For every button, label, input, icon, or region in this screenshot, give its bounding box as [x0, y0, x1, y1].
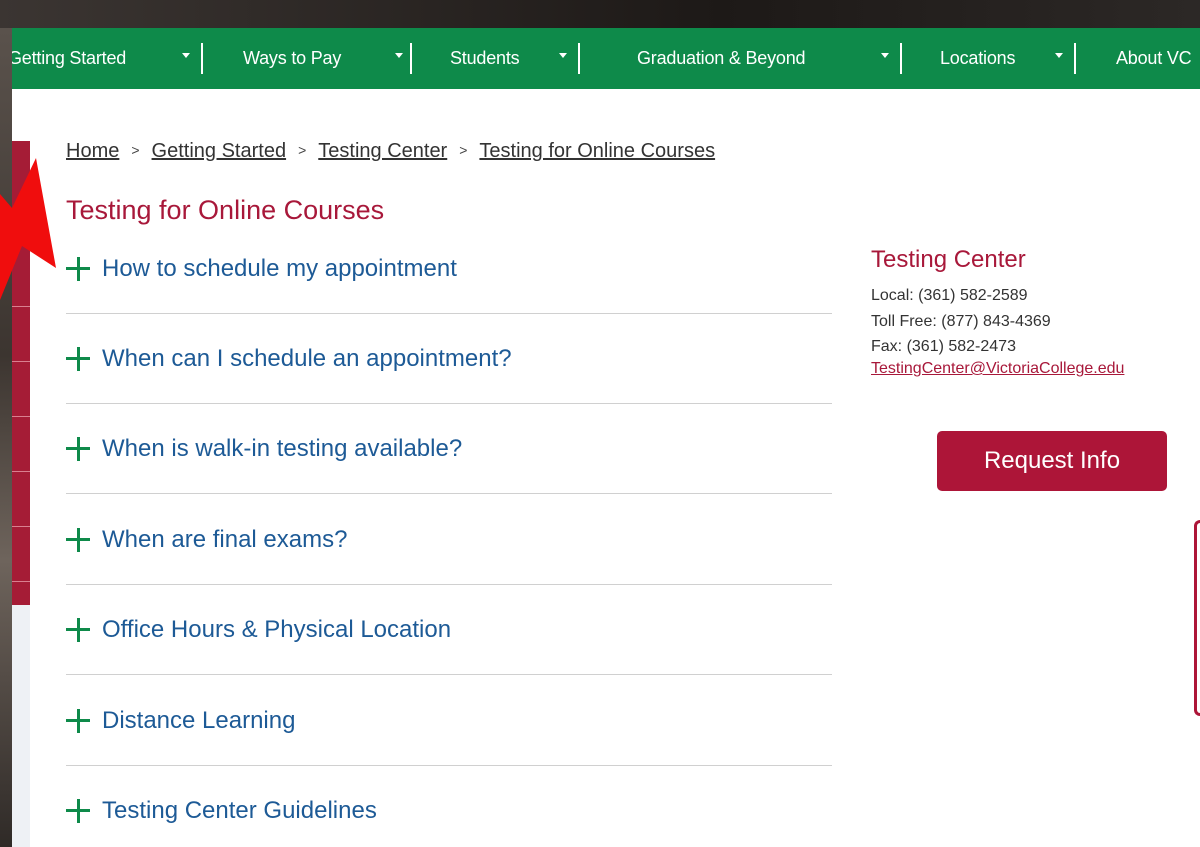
- plus-icon[interactable]: [66, 347, 90, 371]
- breadcrumb-separator: >: [459, 142, 468, 158]
- accordion-item[interactable]: When can I schedule an appointment?: [66, 334, 832, 424]
- accordion-item[interactable]: Distance Learning: [66, 696, 832, 786]
- contact-email-link[interactable]: TestingCenter@VictoriaCollege.edu: [871, 360, 1124, 378]
- nav-divider: [578, 43, 580, 74]
- accordion-item[interactable]: How to schedule my appointment: [66, 244, 832, 334]
- backdrop: [0, 0, 1200, 28]
- accordion-item[interactable]: When is walk-in testing available?: [66, 424, 832, 514]
- plus-icon[interactable]: [66, 257, 90, 281]
- contact-fax: Fax: (361) 582-2473: [871, 338, 1016, 355]
- contact-phone-toll-free: Toll Free: (877) 843-4369: [871, 313, 1051, 330]
- nav-divider: [1074, 43, 1076, 74]
- accordion-item[interactable]: When are final exams?: [66, 515, 832, 605]
- chevron-down-icon[interactable]: [881, 53, 889, 58]
- divider: [66, 674, 832, 675]
- nav-item-students[interactable]: Students: [450, 28, 520, 89]
- contact-phone-local: Local: (361) 582-2589: [871, 287, 1028, 304]
- accordion-label[interactable]: When is walk-in testing available?: [102, 435, 462, 463]
- main-nav: Getting Started Ways to Pay Students Gra…: [12, 28, 1200, 89]
- plus-icon[interactable]: [66, 799, 90, 823]
- breadcrumb-testing-online[interactable]: Testing for Online Courses: [479, 140, 715, 162]
- contact-title: Testing Center: [871, 246, 1026, 273]
- chevron-down-icon[interactable]: [559, 53, 567, 58]
- nav-divider: [900, 43, 902, 74]
- sidebar-divider: [12, 526, 30, 527]
- sidebar-divider: [12, 416, 30, 417]
- sidebar-divider: [12, 361, 30, 362]
- nav-item-getting-started[interactable]: Getting Started: [12, 28, 126, 89]
- nav-divider: [201, 43, 203, 74]
- nav-item-ways-to-pay[interactable]: Ways to Pay: [243, 28, 341, 89]
- nav-item-graduation[interactable]: Graduation & Beyond: [637, 28, 806, 89]
- plus-icon[interactable]: [66, 528, 90, 552]
- chevron-down-icon[interactable]: [395, 53, 403, 58]
- divider: [66, 313, 832, 314]
- sidebar-divider: [12, 471, 30, 472]
- sidebar-background: [12, 605, 30, 847]
- divider: [66, 403, 832, 404]
- breadcrumb: Home > Getting Started > Testing Center > Test…: [66, 140, 715, 163]
- accordion-label[interactable]: When can I schedule an appointment?: [102, 345, 512, 373]
- breadcrumb-testing-center[interactable]: Testing Center: [318, 140, 447, 162]
- accordion-label[interactable]: When are final exams?: [102, 526, 347, 554]
- divider: [66, 765, 832, 766]
- breadcrumb-getting-started[interactable]: Getting Started: [152, 140, 287, 162]
- sidebar-divider: [12, 581, 30, 582]
- nav-divider: [410, 43, 412, 74]
- plus-icon[interactable]: [66, 709, 90, 733]
- nav-item-locations[interactable]: Locations: [940, 28, 1015, 89]
- page-title: Testing for Online Courses: [66, 195, 385, 225]
- nav-item-about-vc[interactable]: About VC: [1116, 28, 1192, 89]
- breadcrumb-home[interactable]: Home: [66, 140, 119, 162]
- accordion-label[interactable]: How to schedule my appointment: [102, 255, 457, 283]
- accordion-label[interactable]: Distance Learning: [102, 707, 295, 735]
- plus-icon[interactable]: [66, 618, 90, 642]
- chevron-down-icon[interactable]: [1055, 53, 1063, 58]
- side-widget[interactable]: [1194, 520, 1200, 716]
- divider: [66, 584, 832, 585]
- accordion-item[interactable]: Office Hours & Physical Location: [66, 605, 832, 695]
- request-info-button[interactable]: Request Info: [937, 431, 1167, 491]
- accordion-label[interactable]: Office Hours & Physical Location: [102, 616, 451, 644]
- plus-icon[interactable]: [66, 437, 90, 461]
- red-arrow-annotation: [0, 158, 56, 300]
- breadcrumb-separator: >: [298, 142, 307, 158]
- breadcrumb-separator: >: [131, 142, 140, 158]
- divider: [66, 493, 832, 494]
- accordion-item[interactable]: Testing Center Guidelines: [66, 786, 832, 836]
- chevron-down-icon[interactable]: [182, 53, 190, 58]
- accordion-label[interactable]: Testing Center Guidelines: [102, 797, 377, 825]
